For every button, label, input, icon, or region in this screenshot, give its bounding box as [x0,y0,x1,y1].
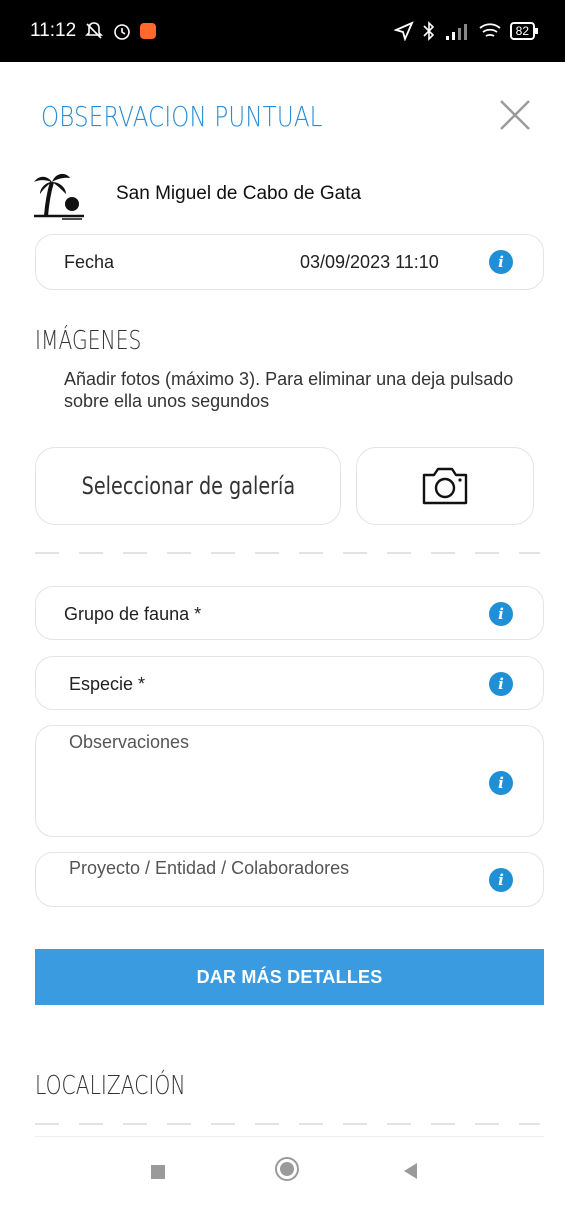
location-name: San Miguel de Cabo de Gata [116,183,362,204]
notifications-off-icon [85,22,104,39]
back-icon[interactable] [404,1163,417,1179]
fecha-value: 03/09/2023 11:10 [300,252,439,272]
info-icon[interactable]: i [489,672,513,696]
select-gallery-label: Seleccionar de galería [81,472,295,500]
especie-label: Especie * [69,674,146,694]
bluetooth-icon [423,21,434,41]
palm-beach-icon [34,173,84,220]
proyecto-field[interactable]: Proyecto / Entidad / Colaboradores i [35,852,544,907]
status-bar: 11:12 82 [0,0,565,62]
localizacion-heading: LOCALIZACIÓN [35,1071,186,1101]
home-icon[interactable] [275,1157,299,1181]
page-title: OBSERVACION PUNTUAL [41,100,323,133]
navigation-bar [0,1136,565,1205]
select-gallery-button[interactable]: Seleccionar de galería [35,447,341,525]
info-icon[interactable]: i [489,602,513,626]
camera-icon [422,467,468,505]
grupo-fauna-field[interactable]: Grupo de fauna * i [35,586,544,640]
info-icon[interactable]: i [489,868,513,892]
fecha-field[interactable]: Fecha 03/09/2023 11:10 i [35,234,544,290]
observaciones-field[interactable]: Observaciones i [35,725,544,837]
location-row: San Miguel de Cabo de Gata [32,168,361,220]
especie-field[interactable]: Especie * i [35,656,544,710]
info-icon[interactable]: i [489,771,513,795]
location-arrow-icon [393,21,414,41]
nav-divider [35,1136,544,1137]
status-right: 82 [393,21,539,41]
battery-icon: 82 [509,22,539,40]
signal-icon [445,24,467,40]
info-icon[interactable]: i [489,250,513,274]
grupo-fauna-label: Grupo de fauna * [64,604,202,624]
app-badge-icon [140,23,157,39]
close-icon[interactable] [497,97,533,133]
status-time: 11:12 [30,20,77,41]
fecha-label: Fecha [64,252,115,272]
wifi-icon [479,23,501,37]
section-divider [35,1123,540,1125]
status-left: 11:12 [30,20,157,42]
section-divider [35,552,540,554]
recent-apps-icon[interactable] [151,1165,165,1179]
imagenes-description: Añadir fotos (máximo 3). Para eliminar u… [64,369,514,411]
camera-button[interactable] [356,447,534,525]
observaciones-placeholder: Observaciones [69,732,190,752]
proyecto-placeholder: Proyecto / Entidad / Colaboradores [69,858,350,878]
details-button[interactable]: DAR MÁS DETALLES [35,949,544,1005]
alarm-icon [114,24,130,40]
imagenes-heading: IMÁGENES [35,326,142,356]
